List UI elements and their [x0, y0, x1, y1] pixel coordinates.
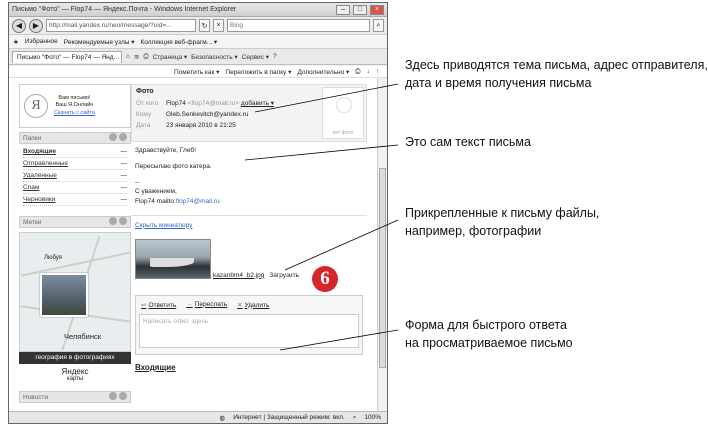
callout-text: например, фотографии — [405, 224, 542, 239]
callout-text: Здесь приводятся тема письма, адрес отпр… — [405, 58, 708, 72]
callout-text: Форма для быстрого ответа — [405, 318, 567, 332]
callout-header: Здесь приводятся тема письма, адрес отпр… — [405, 56, 708, 92]
callout-line-body — [244, 144, 399, 161]
callout-text: Прикрепленные к письму файлы, — [405, 206, 600, 220]
callout-attachment: Прикрепленные к письму файлы, например, … — [405, 204, 599, 240]
callout-body: Это сам текст письма — [405, 133, 531, 151]
callout-text: Это сам текст письма — [405, 135, 531, 149]
callout-text: дата и время получения письма — [405, 76, 592, 91]
callout-line-header — [254, 83, 399, 113]
callout-line-attachment — [284, 219, 399, 271]
callout-text: на просматриваемое письмо — [405, 336, 573, 351]
callout-line-reply — [279, 329, 399, 351]
callout-reply: Форма для быстрого ответа на просматрива… — [405, 316, 573, 352]
